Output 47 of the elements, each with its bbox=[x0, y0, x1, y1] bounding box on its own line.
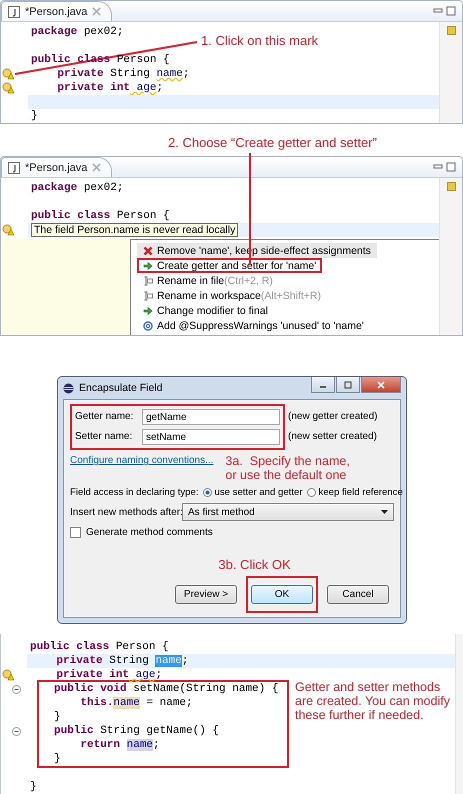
code-line: package pex02; bbox=[30, 25, 124, 39]
input-field[interactable]: setName bbox=[142, 429, 280, 445]
field-note: (new setter created) bbox=[288, 430, 378, 444]
code-line: public class Person { bbox=[29, 640, 170, 654]
code-line: } bbox=[53, 710, 62, 724]
field-label: Field access in declaring type: bbox=[70, 487, 199, 498]
radio-option[interactable]: keep field reference bbox=[306, 487, 403, 498]
quick-fix-item[interactable]: Create getter and setter for 'name' bbox=[137, 258, 322, 273]
code-line: package pex02; bbox=[30, 181, 124, 195]
annotation-text: 1. Click on this mark bbox=[201, 33, 318, 48]
code-line: } bbox=[53, 752, 62, 766]
configure-link[interactable]: Configure naming conventions... bbox=[70, 455, 214, 484]
annotation-text: 3a. Specify the name, or use the default one bbox=[225, 454, 350, 484]
dialog-title: Encapsulate Field bbox=[79, 382, 162, 394]
dialog-button[interactable]: Preview > bbox=[175, 584, 237, 604]
dialog-button[interactable]: Cancel bbox=[327, 584, 389, 604]
code-line: private String name; bbox=[56, 67, 190, 81]
code-line: this.name = name; bbox=[79, 696, 194, 710]
field-label: Setter name: bbox=[75, 430, 134, 444]
code-line: public class Person { bbox=[30, 209, 171, 223]
quick-fix-item[interactable]: Rename in workspace(Alt+Shift+R) bbox=[137, 288, 327, 303]
checkbox-label: Generate method comments bbox=[86, 526, 213, 538]
field-label: Getter name: bbox=[75, 410, 134, 424]
annotation-text: Getter and setter methods are created. You can modify these further if needed. bbox=[295, 680, 451, 722]
code-line: public String getName() { bbox=[53, 724, 220, 738]
code-line: private int age; bbox=[55, 668, 164, 682]
code-line: } bbox=[29, 780, 38, 794]
dialog-button[interactable]: OK bbox=[251, 584, 313, 604]
quick-fix-item[interactable]: Change modifier to final bbox=[137, 303, 274, 318]
tab-title: *Person.java bbox=[25, 6, 88, 18]
radio-option[interactable]: use setter and getter bbox=[202, 487, 303, 498]
dropdown[interactable]: As first method bbox=[182, 503, 394, 521]
field-note: (new getter created) bbox=[288, 410, 378, 424]
quick-fix-item[interactable]: Rename in file(Ctrl+2, R) bbox=[137, 273, 279, 288]
quick-fix-item[interactable]: Add @SuppressWarnings 'unused' to 'name' bbox=[137, 318, 370, 333]
code-line: public void setName(String name) { bbox=[53, 682, 280, 696]
code-line: } bbox=[30, 109, 39, 123]
code-line: return name; bbox=[79, 738, 161, 752]
code-line: private int age; bbox=[56, 81, 164, 95]
field-label: Insert new methods after: bbox=[70, 506, 182, 518]
annotation-text: 2. Choose “Create getter and setter” bbox=[167, 134, 378, 152]
editor-tab[interactable]: *Person.java bbox=[1, 1, 112, 21]
tab-title: *Person.java bbox=[25, 162, 88, 174]
tooltip: The field Person.name is never read locally bbox=[31, 223, 238, 237]
editor-tab[interactable]: *Person.java bbox=[1, 157, 112, 177]
input-field[interactable]: getName bbox=[142, 409, 280, 425]
annotation-text: 3b. Click OK bbox=[218, 557, 291, 574]
